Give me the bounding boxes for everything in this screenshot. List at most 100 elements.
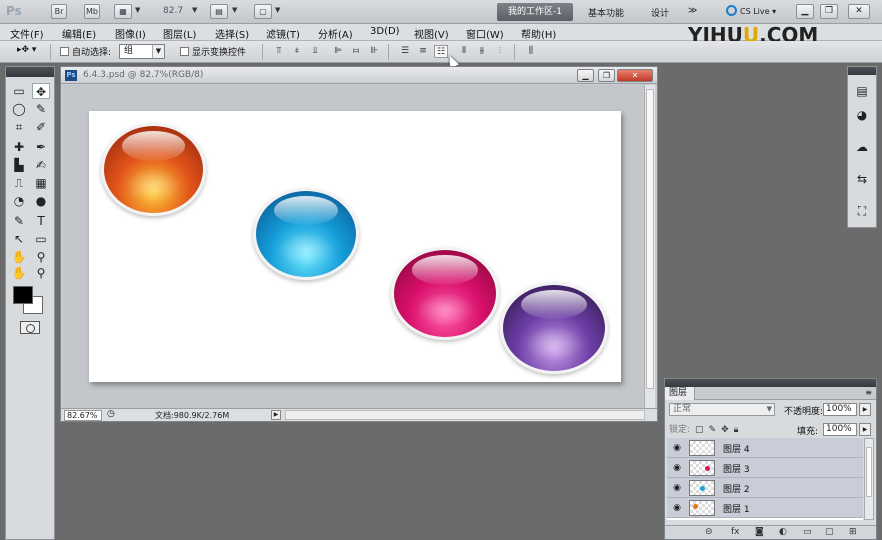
opacity-field[interactable]: 100% — [823, 403, 857, 416]
history-brush-tool-icon[interactable]: ✍ — [32, 157, 50, 173]
status-zoom-field[interactable]: 82.67% — [64, 410, 102, 421]
screen-mode-arrow-icon[interactable]: ▼ — [275, 6, 280, 14]
align-horizontal-center-icon[interactable]: ⧦ — [349, 45, 363, 58]
menu-file[interactable]: 文件(F) — [10, 26, 44, 41]
align-bottom-icon[interactable]: ⫫ — [308, 45, 322, 58]
document-canvas[interactable] — [89, 111, 621, 382]
move-tool-icon[interactable]: ✥ — [32, 83, 50, 99]
more-workspaces-button[interactable]: ≫ — [688, 6, 697, 16]
layer-mask-icon[interactable]: ◙ — [755, 527, 764, 537]
show-transform-checkbox[interactable] — [180, 47, 189, 56]
vertical-scrollbar[interactable] — [644, 85, 655, 408]
menu-edit[interactable]: 编辑(E) — [62, 26, 96, 41]
layer-row[interactable]: ◉ 图层 1 — [667, 498, 863, 518]
tab-layers[interactable]: 图层 — [665, 387, 695, 400]
workspace-essentials[interactable]: 基本功能 — [588, 6, 624, 19]
menu-analysis[interactable]: 分析(A) — [318, 26, 353, 41]
gradient-tool-icon[interactable]: ▦ — [32, 175, 50, 191]
lock-all-icon[interactable]: 🔒︎ — [734, 425, 739, 435]
fill-field[interactable]: 100% — [823, 423, 857, 436]
new-group-icon[interactable]: ▭ — [803, 527, 812, 537]
zoom-tool-icon[interactable]: ⚲ — [32, 265, 50, 281]
bridge-button[interactable]: Br — [51, 4, 67, 19]
new-layer-icon[interactable]: ▢ — [825, 527, 834, 537]
right-dock-header[interactable] — [848, 67, 876, 75]
screen-mode-button[interactable]: ▢ — [254, 4, 272, 19]
hand-tool-icon[interactable]: ✋ — [10, 265, 28, 281]
horizontal-scrollbar[interactable] — [285, 410, 645, 420]
lock-position-icon[interactable]: ✥ — [721, 425, 729, 435]
layers-panel-menu-icon[interactable]: ≡ — [865, 388, 872, 397]
align-vertical-center-icon[interactable]: ⧧ — [290, 45, 304, 58]
menu-image[interactable]: 图像(I) — [115, 26, 146, 41]
menu-view[interactable]: 视图(V) — [414, 26, 449, 41]
doc-restore-button[interactable]: ❐ — [598, 69, 615, 82]
menu-3d[interactable]: 3D(D) — [370, 26, 400, 37]
blur-tool-icon[interactable]: ◔ — [10, 193, 28, 209]
mini-bridge-button[interactable]: Mb — [84, 4, 100, 19]
doc-close-button[interactable]: ✕ — [617, 69, 653, 82]
menu-layer[interactable]: 图层(L) — [163, 26, 196, 41]
foreground-color-swatch[interactable] — [13, 286, 33, 304]
distribute-horizontal-center-icon[interactable]: ⫵ — [475, 45, 489, 58]
path-selection-tool-icon[interactable]: ↖ — [10, 231, 28, 247]
blend-mode-dropdown[interactable]: 正常 ▼ — [669, 403, 775, 416]
3d-orbit-tool-icon[interactable]: ⚲ — [32, 249, 50, 265]
layer-row[interactable]: ◉ 图层 3 — [667, 458, 863, 478]
tools-panel-header[interactable] — [6, 67, 54, 77]
layer-row[interactable]: ◉ 图层 2 — [667, 478, 863, 498]
quick-mask-icon[interactable] — [20, 321, 40, 334]
auto-select-checkbox[interactable] — [60, 47, 69, 56]
menu-select[interactable]: 选择(S) — [215, 26, 249, 41]
arrange-documents-button[interactable]: ▤ — [210, 4, 228, 19]
align-left-icon[interactable]: ⊫ — [331, 45, 345, 58]
canvas-area[interactable] — [63, 85, 643, 408]
zoom-arrow-icon[interactable]: ▼ — [192, 6, 197, 14]
visibility-eye-icon[interactable]: ◉ — [672, 503, 682, 513]
distribute-right-icon[interactable]: ⫶ — [493, 45, 507, 58]
layer-row[interactable]: ◉ 图层 4 — [667, 438, 863, 458]
workspace-my-workspace[interactable]: 我的工作区-1 — [497, 3, 573, 21]
eyedropper-tool-icon[interactable]: ✐ — [32, 119, 50, 135]
view-extras-arrow-icon[interactable]: ▼ — [135, 6, 140, 14]
view-extras-button[interactable]: ▦ — [114, 4, 132, 19]
vertical-scroll-thumb[interactable] — [646, 89, 654, 389]
crop-tool-icon[interactable]: ⌗ — [10, 119, 28, 135]
type-tool-icon[interactable]: T — [32, 213, 50, 229]
auto-align-layers-icon[interactable]: ⫼ — [524, 45, 538, 58]
status-info-icon[interactable]: ◷ — [107, 409, 115, 419]
align-top-icon[interactable]: ⫪ — [272, 45, 286, 58]
brush-tool-icon[interactable]: ✒ — [32, 139, 50, 155]
lock-transparent-icon[interactable]: ▢ — [695, 425, 704, 435]
close-button[interactable]: ✕ — [848, 4, 870, 19]
distribute-left-icon[interactable]: ⫴ — [457, 45, 471, 58]
menu-filter[interactable]: 滤镜(T) — [266, 26, 300, 41]
adjustment-layer-icon[interactable]: ◐ — [779, 527, 787, 537]
lasso-tool-icon[interactable]: ◯ — [10, 101, 28, 117]
layers-scroll-thumb[interactable] — [866, 447, 872, 497]
quick-selection-tool-icon[interactable]: ✎ — [32, 101, 50, 117]
healing-brush-tool-icon[interactable]: ✚ — [10, 139, 28, 155]
auto-select-dropdown[interactable]: 组 ▼ — [119, 44, 165, 59]
restore-button[interactable]: ❐ — [820, 4, 838, 19]
adjustments-panel-icon[interactable]: ◕ — [854, 107, 870, 123]
visibility-eye-icon[interactable]: ◉ — [672, 443, 682, 453]
crop-panel-icon[interactable]: ⛶ — [854, 203, 870, 219]
document-title-bar[interactable]: Ps 6.4.3.psd @ 82.7%(RGB/8) ▁ ❐ ✕ — [61, 67, 657, 84]
dodge-tool-icon[interactable]: ● — [32, 193, 50, 209]
layers-panel-header[interactable] — [665, 379, 876, 387]
arrange-arrow-icon[interactable]: ▼ — [232, 6, 237, 14]
distribute-vertical-center-icon[interactable]: ≡ — [416, 45, 430, 58]
masks-panel-icon[interactable]: ☁ — [854, 139, 870, 155]
lock-image-icon[interactable]: ✎ — [709, 425, 717, 435]
zoom-level-field[interactable]: 82.7 — [163, 6, 183, 16]
history-panel-icon[interactable]: ▤ — [854, 83, 870, 99]
cyan-sphere[interactable] — [253, 188, 359, 280]
shape-tool-icon[interactable]: ▭ — [32, 231, 50, 247]
visibility-eye-icon[interactable]: ◉ — [672, 483, 682, 493]
layers-scrollbar[interactable] — [864, 438, 874, 520]
menu-help[interactable]: 帮助(H) — [521, 26, 556, 41]
pen-tool-icon[interactable]: ✎ — [10, 213, 28, 229]
minimize-button[interactable]: ▁ — [796, 4, 814, 19]
orange-sphere[interactable] — [101, 123, 206, 216]
